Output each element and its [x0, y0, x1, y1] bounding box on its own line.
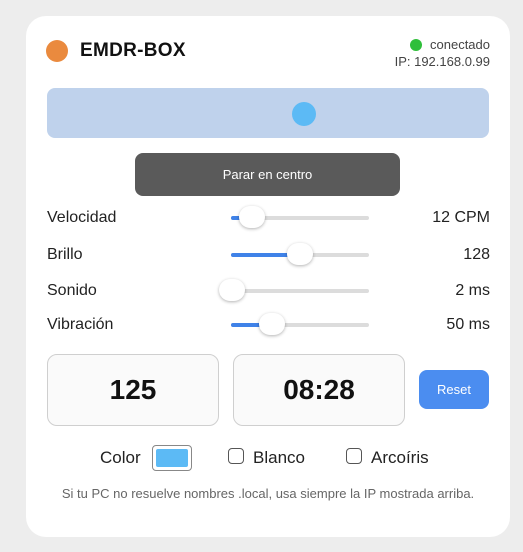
color-options: Color Blanco Arcoíris: [0, 445, 523, 471]
moving-light-ball: [292, 102, 316, 126]
brillo-slider[interactable]: [231, 243, 369, 265]
device-status-dot-icon: [46, 40, 68, 62]
color-label: Color: [100, 448, 141, 467]
velocidad-label: Velocidad: [47, 209, 117, 226]
control-row-vibracion: Vibración 50 ms: [47, 313, 490, 337]
color-picker[interactable]: [152, 445, 192, 471]
vibracion-slider[interactable]: [231, 313, 369, 335]
control-row-velocidad: Velocidad 12 CPM: [47, 206, 490, 230]
app-title: EMDR-BOX: [80, 40, 186, 61]
sonido-slider[interactable]: [219, 279, 369, 301]
vibracion-slider-thumb[interactable]: [259, 313, 286, 335]
connected-dot-icon: [410, 38, 422, 51]
session-timer: 08:28: [233, 354, 405, 426]
connection-status-text: conectado: [430, 37, 490, 52]
ip-address: IP: 192.168.0.99: [394, 54, 490, 69]
sonido-label: Sonido: [47, 282, 97, 299]
sonido-value: 2 ms: [455, 282, 490, 299]
footnote-text: Si tu PC no resuelve nombres .local, usa…: [61, 486, 475, 501]
velocidad-slider[interactable]: [231, 206, 369, 228]
connection-status: conectado IP: 192.168.0.99: [395, 37, 490, 69]
vibracion-label: Vibración: [47, 316, 114, 333]
control-row-sonido: Sonido 2 ms: [47, 279, 490, 303]
control-row-brillo: Brillo 128: [47, 243, 490, 267]
arcoiris-label: Arcoíris: [371, 448, 429, 467]
velocidad-value: 12 CPM: [432, 209, 490, 226]
brillo-label: Brillo: [47, 246, 83, 263]
sonido-slider-thumb[interactable]: [219, 279, 246, 301]
stop-center-button[interactable]: Parar en centro: [135, 153, 400, 196]
blanco-label: Blanco: [253, 448, 305, 467]
velocidad-slider-thumb[interactable]: [238, 206, 265, 228]
blanco-checkbox[interactable]: [228, 448, 244, 464]
brillo-slider-thumb[interactable]: [287, 243, 313, 265]
light-bar-track: [47, 88, 489, 138]
cycle-counter: 125: [47, 354, 219, 426]
color-picker-swatch: [156, 449, 188, 467]
brillo-value: 128: [463, 246, 490, 263]
vibracion-value: 50 ms: [446, 316, 490, 333]
arcoiris-checkbox[interactable]: [346, 448, 362, 464]
reset-button[interactable]: Reset: [419, 370, 489, 409]
